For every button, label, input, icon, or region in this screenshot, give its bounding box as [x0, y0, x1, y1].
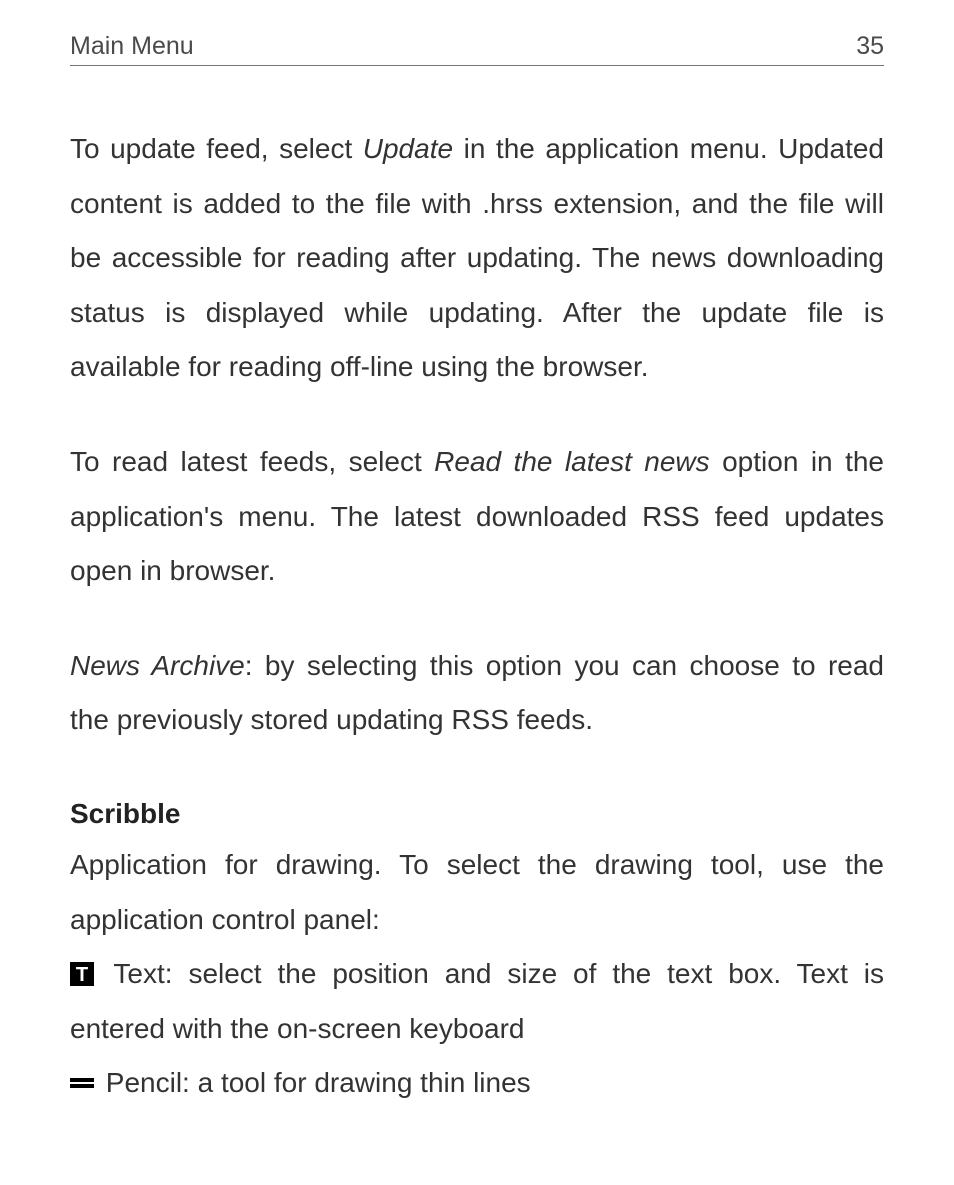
text-run: in the application menu. Updated content…	[70, 133, 884, 382]
emphasis-read-latest: Read the latest news	[434, 446, 709, 477]
page-header: Main Menu 35	[70, 32, 884, 66]
text-tool-icon: T	[70, 950, 94, 974]
text-run: To read latest feeds, select	[70, 446, 434, 477]
text-run: To update feed, select	[70, 133, 363, 164]
tool-text-label: Text: select the position and size of th…	[70, 958, 884, 1044]
tool-pencil-label: Pencil: a tool for drawing thin lines	[98, 1067, 531, 1098]
document-page: Main Menu 35 To update feed, select Upda…	[0, 0, 954, 1171]
emphasis-update: Update	[363, 133, 453, 164]
page-number: 35	[856, 32, 884, 61]
tool-line-text: T Text: select the position and size of …	[70, 947, 884, 1056]
paragraph-news-archive: News Archive: by selecting this option y…	[70, 639, 884, 748]
tool-line-pencil: Pencil: a tool for drawing thin lines	[70, 1056, 884, 1111]
paragraph-read-latest: To read latest feeds, select Read the la…	[70, 435, 884, 599]
paragraph-update: To update feed, select Update in the app…	[70, 122, 884, 395]
pencil-tool-icon	[70, 1059, 94, 1083]
paragraph-scribble-intro: Application for drawing. To select the d…	[70, 838, 884, 947]
svg-text:T: T	[76, 964, 88, 986]
section-title-scribble: Scribble	[70, 798, 884, 830]
emphasis-news-archive: News Archive	[70, 650, 245, 681]
page-body: To update feed, select Update in the app…	[70, 122, 884, 1111]
header-title: Main Menu	[70, 32, 194, 61]
